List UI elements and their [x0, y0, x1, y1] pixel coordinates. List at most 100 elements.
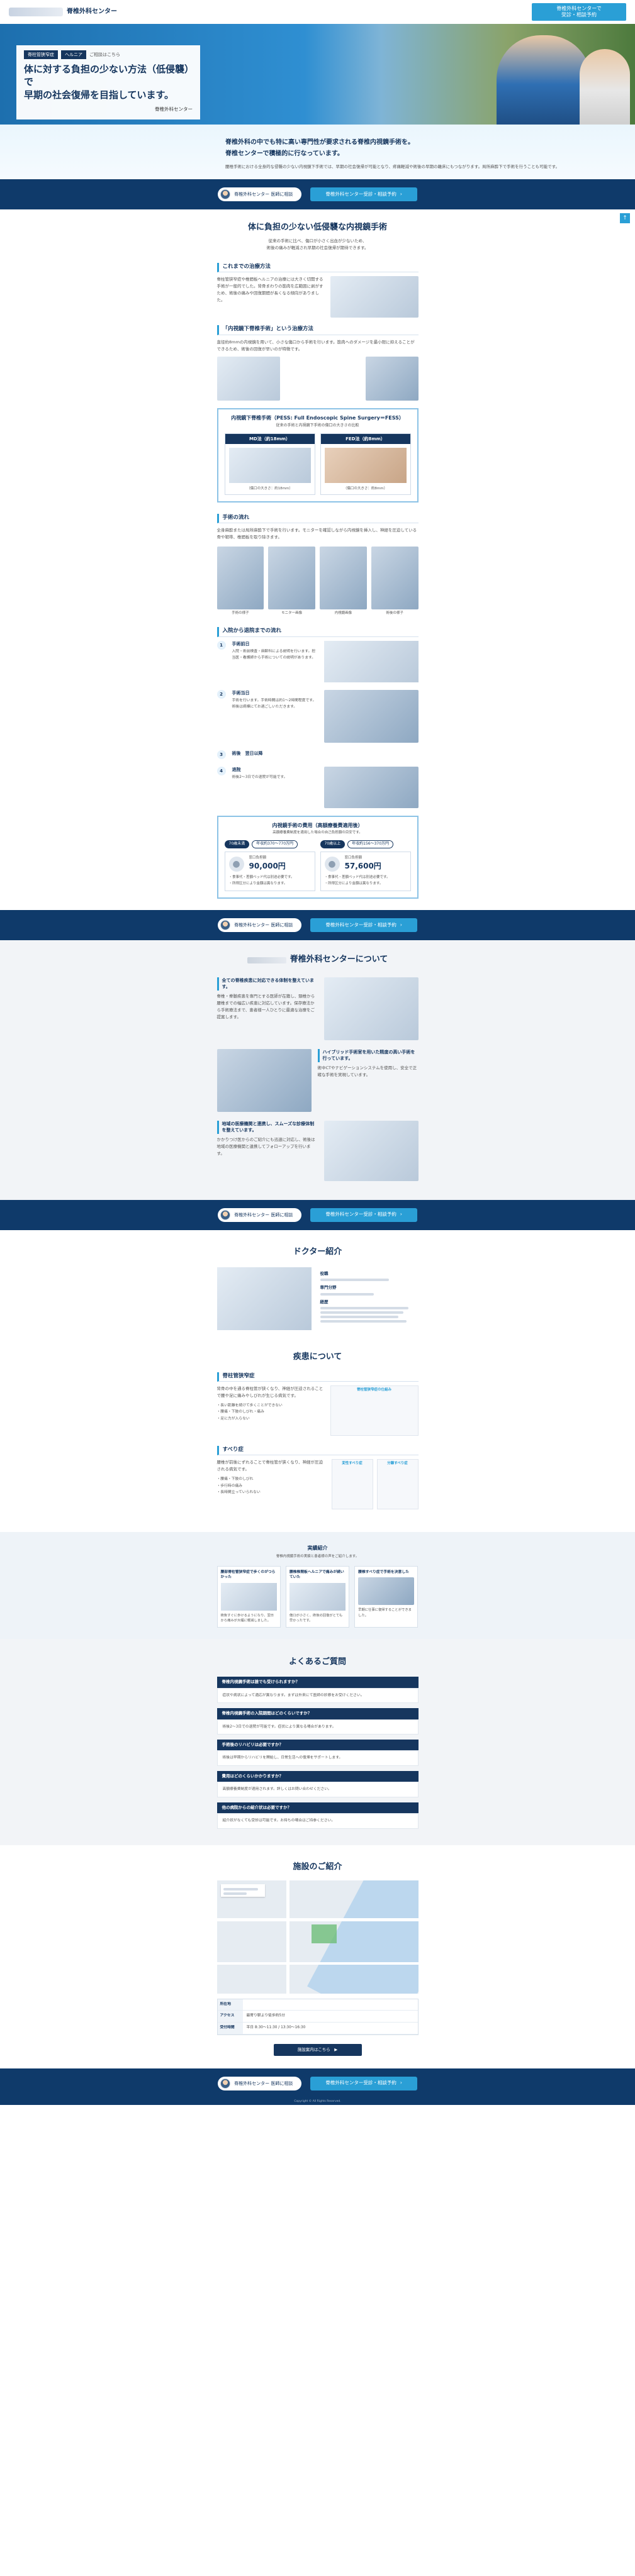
case-card[interactable]: 腰椎すべり症で手術を決意した 早期に仕事に復帰することができました。: [354, 1565, 419, 1628]
md-incision-image: [228, 448, 311, 484]
reserve-label: 脊椎外科センター受診・相談予約: [325, 1211, 396, 1218]
step-item: 3 術後 翌日以降: [216, 750, 419, 759]
price-col-under70: 70歳未満 年収約370〜770万円 ● 窓口負担額 90,000円 ・食事代・…: [224, 840, 315, 892]
endo-method-title: 「内視鏡下脊椎手術」という治療方法: [216, 325, 419, 335]
brand-name: 脊椎外科センター: [67, 8, 117, 15]
doctor-avatar: [220, 189, 231, 200]
reserve-button[interactable]: 脊椎外科センター受診・相談予約 ›: [310, 1208, 417, 1222]
faq-question[interactable]: 脊椎内視鏡手術は誰でも受けられますか？: [216, 1677, 419, 1688]
amount-value: 90,000円: [249, 862, 286, 870]
income-pill: 年収約156〜370万円: [347, 840, 394, 849]
faq-question[interactable]: 手術後のリハビリは必要ですか？: [216, 1740, 419, 1751]
map-road: [216, 1962, 419, 1965]
location-pin-icon[interactable]: [311, 1924, 337, 1944]
disease-text: 腰椎が前後にずれることで脊柱管が狭くなり、神経が圧迫される病気です。: [216, 1460, 323, 1472]
compare-subtitle: 従来の手術と内視鏡下手術の傷口の大きさの比較: [276, 423, 359, 428]
cta-bar: 脊椎外科センター 医師に相談 脊椎外科センター受診・相談予約 ›: [0, 910, 635, 941]
header-reserve-button[interactable]: 脊椎外科センターで 受診・相談予約: [532, 3, 626, 21]
map[interactable]: [216, 1880, 419, 1994]
cases-subtitle: 脊椎内視鏡手術の実績と患者様の声をご紹介します。: [276, 1554, 359, 1558]
md-caption: （傷口の大きさ：約18mm）: [247, 487, 293, 491]
faq-item[interactable]: 手術後のリハビリは必要ですか？ 術後は早期からリハビリを開始し、日常生活への復帰…: [216, 1740, 419, 1766]
case-text: 傷口が小さく、術後の回復がとても早かったです。: [289, 1613, 343, 1623]
consult-doctor-label: 脊椎外科センター 医師に相談: [234, 923, 293, 928]
person-icon: ●: [324, 856, 340, 872]
person-icon: ●: [228, 856, 244, 872]
case-image: [289, 1582, 346, 1611]
consult-doctor-button[interactable]: 脊椎外科センター 医師に相談: [218, 2076, 302, 2090]
flow-image: [320, 546, 367, 609]
steps-title: 入院から退院までの流れ: [216, 627, 419, 637]
consult-doctor-button[interactable]: 脊椎外科センター 医師に相談: [218, 1208, 302, 1222]
faq-item[interactable]: 脊椎内視鏡手術の入院期間はどのくらいですか？ 術後2〜3日での退院が可能です。症…: [216, 1708, 419, 1735]
case-image: [220, 1582, 277, 1611]
flow-block: 手術の流れ 全身麻酔または局所麻酔下で手術を行います。モニターを確認しながら内視…: [216, 514, 419, 616]
access-key: 受付時間: [217, 2022, 243, 2034]
step-number: 1: [216, 640, 226, 650]
age-pill: 70歳未満: [224, 840, 250, 849]
fed-incision-image: [324, 448, 407, 484]
faq-question[interactable]: 他の病院からの紹介状は必要ですか？: [216, 1802, 419, 1814]
step-number: 3: [216, 750, 226, 759]
faq-item[interactable]: 脊椎内視鏡手術は誰でも受けられますか？ 症状や病状によって適応が異なります。まず…: [216, 1677, 419, 1704]
steps-block: 入院から退院までの流れ 1 手術前日 入院・術前検査・麻酔科による説明を行います…: [216, 627, 419, 808]
faq-answer: 紹介状がなくても受診は可能です。お持ちの場合はご持参ください。: [216, 1813, 419, 1829]
amount-label: 窓口負担額: [344, 856, 362, 860]
diagram-label: 変性すべり症: [342, 1462, 362, 1466]
arrow-right-icon: ›: [400, 191, 402, 197]
map-card-line: [223, 1892, 247, 1896]
endoscope-device-image: [216, 356, 280, 401]
reserve-button[interactable]: 脊椎外科センター受診・相談予約 ›: [310, 918, 417, 933]
step-image: [323, 640, 419, 682]
faq-item[interactable]: 費用はどのくらいかかりますか？ 高額療養費制度が適用されます。詳しくはお問い合わ…: [216, 1770, 419, 1797]
hero-title: 体に対する負担の少ない方法（低侵襲）で 早期の社会復帰を目指しています。: [24, 64, 189, 101]
consult-doctor-label: 脊椎外科センター 医師に相談: [234, 191, 293, 197]
site-logo[interactable]: 脊椎外科センター: [9, 8, 117, 17]
income-pill: 年収約370〜770万円: [252, 840, 298, 849]
about-block-title: ハイブリッド手術室を用いた精度の高い手術を行っています。: [317, 1048, 419, 1062]
intro-spacer: [25, 137, 214, 170]
consult-doctor-label: 脊椎外科センター 医師に相談: [234, 1212, 293, 1218]
map-info-card[interactable]: [220, 1884, 265, 1897]
faq-question[interactable]: 脊椎内視鏡手術の入院期間はどのくらいですか？: [216, 1708, 419, 1719]
case-heading: 腰椎椎間板ヘルニアで痛みが続いていた: [289, 1570, 344, 1580]
price-notes: ・食事代・差額ベッド代は別途必要です。 ・所得区分により金額は異なります。: [324, 875, 390, 886]
facility-info-button[interactable]: 施設案内はこちら ▶: [273, 2043, 362, 2056]
faq-answer: 症状や病状によって適応が異なります。まずは外来にて医師の診察をお受けください。: [216, 1687, 419, 1704]
cta-bar: 脊椎外科センター 医師に相談 脊椎外科センター受診・相談予約 ›: [0, 1199, 635, 1230]
price-subtitle: 高額療養費制度を適用した場合の自己負担額の目安です。: [273, 831, 362, 835]
access-value: 平日 8:30〜11:30 / 13:30〜16:30: [246, 2025, 306, 2029]
age-pill: 70歳以上: [320, 840, 346, 849]
step-number: 2: [216, 689, 226, 699]
scroll-top-button[interactable]: ↑: [620, 213, 630, 224]
consult-doctor-button[interactable]: 脊椎外科センター 医師に相談: [218, 918, 302, 933]
reserve-button[interactable]: 脊椎外科センター受診・相談予約 ›: [310, 187, 417, 202]
consult-doctor-button[interactable]: 脊椎外科センター 医師に相談: [218, 187, 302, 202]
price-box: 内視鏡手術の費用（高額療養費適用後） 高額療養費制度を適用した場合の自己負担額の…: [216, 815, 419, 899]
disease-block: 脊柱管狭窄症 背骨の中を通る脊柱管が狭くなり、神経が圧迫されることで腰や足に痛み…: [216, 1372, 419, 1436]
case-heading: 腰椎すべり症で手術を決意した: [358, 1570, 409, 1574]
faq-question[interactable]: 費用はどのくらいかかりますか？: [216, 1770, 419, 1782]
reserve-button[interactable]: 脊椎外科センター受診・相談予約 ›: [310, 2076, 417, 2090]
intro-body: 腰椎手術における全身的な侵襲の少ない内視鏡下手術では、早期の社会復帰が可能となり…: [225, 164, 559, 169]
price-notes: ・食事代・差額ベッド代は別途必要です。 ・所得区分により金額は異なります。: [228, 875, 295, 886]
step-item: 4 退院 術後2〜3日での退院が可能です。: [216, 766, 419, 808]
endoscope-closeup-image: [365, 356, 419, 401]
cta-bar: 脊椎外科センター 医師に相談 脊椎外科センター受診・相談予約 ›: [0, 179, 635, 210]
about-block-title: 全ての脊椎疾患に対応できる体制を整えています。: [216, 977, 318, 991]
access-section: 施設のご紹介 所在地 アクセス 最寄り駅より徒歩約5分 受付時間 平日 8:30…: [0, 1845, 635, 2068]
compare-col-fed: FED法（約8mm） （傷口の大きさ：約8mm）: [320, 433, 411, 496]
map-card-line: [223, 1888, 259, 1891]
doctor-role-label: 役職: [320, 1270, 329, 1276]
access-value: 最寄り駅より徒歩約5分: [246, 2013, 286, 2018]
site-header: 脊椎外科センター 脊椎外科センターで 受診・相談予約: [0, 0, 635, 24]
access-table: 所在地 アクセス 最寄り駅より徒歩約5分 受付時間 平日 8:30〜11:30 …: [216, 1999, 419, 2035]
flow-caption: 術後の様子: [386, 611, 403, 615]
reserve-label: 脊椎外科センター受診・相談予約: [325, 921, 396, 928]
flow-image: [371, 546, 419, 609]
case-card[interactable]: 腰椎椎間板ヘルニアで痛みが続いていた 傷口が小さく、術後の回復がとても早かったで…: [285, 1565, 350, 1628]
faq-item[interactable]: 他の病院からの紹介状は必要ですか？ 紹介状がなくても受診は可能です。お持ちの場合…: [216, 1802, 419, 1829]
doctor-avatar: [220, 1209, 231, 1220]
case-card[interactable]: 腰部脊柱管狭窄症で歩くのがつらかった 術後すぐに歩けるようになり、翌日から痛みが…: [216, 1565, 281, 1628]
doctor-career-label: 経歴: [320, 1299, 329, 1304]
